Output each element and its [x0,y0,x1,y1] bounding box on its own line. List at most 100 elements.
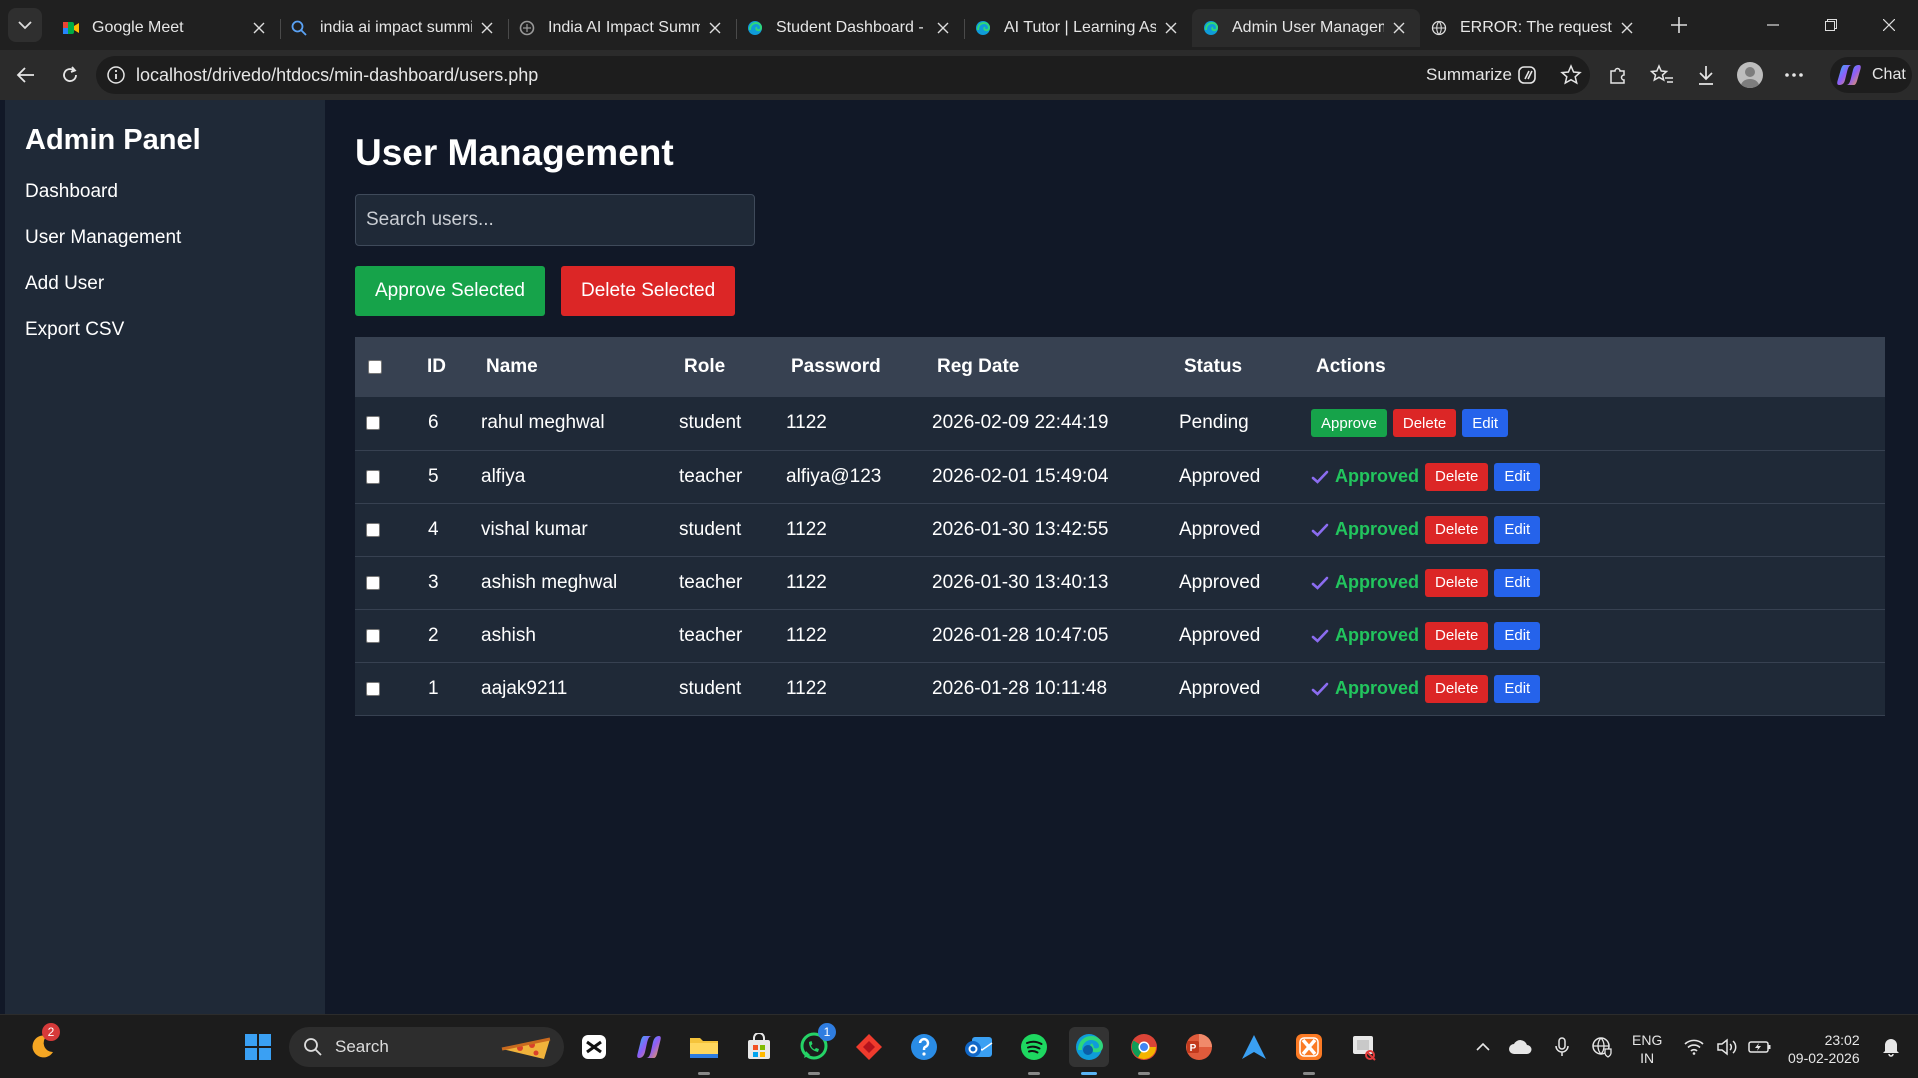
summarize-button[interactable]: Summarize [1426,64,1540,86]
close-window-button[interactable] [1860,0,1918,50]
delete-user-button[interactable]: Delete [1425,621,1489,650]
search-input[interactable] [355,194,755,246]
sidebar-item-export-csv[interactable]: Export CSV [25,319,305,341]
vpn-globe-tray-button[interactable] [1582,1036,1622,1058]
start-button[interactable] [238,1027,278,1067]
clock[interactable]: 23:02 09-02-2026 [1788,1031,1860,1067]
taskbar-app-outlook[interactable] [959,1027,999,1067]
browser-tab[interactable]: Google Meet [52,9,280,47]
minimize-button[interactable] [1744,0,1802,50]
taskbar-app-whatsapp[interactable]: 1 [794,1023,836,1075]
help-icon [911,1034,937,1060]
address-bar[interactable]: localhost/drivedo/htdocs/min-dashboard/u… [96,56,1590,94]
select-all-checkbox[interactable] [368,360,382,374]
notification-center-button[interactable] [1876,1027,1906,1067]
name-cell: aajak9211 [481,677,568,699]
edge-icon [1076,1034,1104,1060]
url-text[interactable]: localhost/drivedo/htdocs/min-dashboard/u… [136,65,538,86]
browser-tab[interactable]: india ai impact summit 2 [280,9,508,47]
approve-user-button[interactable]: Approve [1311,409,1387,438]
taskbar-app-chrome[interactable] [1124,1027,1164,1075]
taskbar-app-help[interactable] [904,1027,944,1067]
outlook-icon [965,1037,993,1057]
select-cell [355,450,413,503]
profile-button[interactable] [1728,55,1772,95]
edit-user-button[interactable]: Edit [1494,621,1541,650]
browser-tab[interactable]: ERROR: The request cou [1420,9,1648,47]
copilot-chat-button[interactable]: Chat [1830,57,1912,93]
tab-close-button[interactable] [1160,17,1182,39]
more-options-button[interactable] [1772,55,1816,95]
name-cell: rahul meghwal [481,412,605,434]
snipping-tool-icon [1353,1036,1376,1061]
taskbar-app-powerpoint[interactable]: P [1179,1027,1219,1067]
new-tab-button[interactable] [1662,8,1696,42]
delete-user-button[interactable]: Delete [1425,515,1489,544]
tab-actions-menu-button[interactable] [8,8,42,42]
taskbar-app-anydesk[interactable] [849,1027,889,1067]
quick-settings-button[interactable] [1684,1027,1772,1067]
favorites-button[interactable] [1640,55,1684,95]
folder-icon [690,1038,718,1058]
taskbar-app-snipping-tool[interactable] [1344,1027,1384,1067]
browser-tab-active[interactable]: Admin User Manageme [1192,9,1420,47]
table-row: 6 rahul meghwal student 1122 2026-02-09 22:4… [355,397,1885,450]
taskbar-search[interactable]: Search [289,1027,564,1067]
reg-date-cell: 2026-02-09 22:44:19 [932,412,1109,434]
delete-user-button[interactable]: Delete [1425,674,1489,703]
taskbar-app-arch[interactable] [1234,1027,1274,1067]
browser-tab[interactable]: AI Tutor | Learning Assis [964,9,1192,47]
tab-close-button[interactable] [476,17,498,39]
row-checkbox[interactable] [366,628,380,643]
running-indicator [1303,1072,1315,1075]
taskbar-app-spotify[interactable] [1014,1027,1054,1075]
browser-tab[interactable]: Student Dashboard - Lif [736,9,964,47]
taskbar-app-xampp[interactable] [1289,1027,1329,1075]
delete-user-button[interactable]: Delete [1392,409,1457,438]
taskbar-app-file-explorer[interactable] [684,1027,724,1075]
edit-user-button[interactable]: Edit [1494,674,1541,703]
powerpoint-icon: P [1186,1034,1212,1060]
delete-selected-button[interactable]: Delete Selected [561,266,736,316]
weather-widget[interactable]: 2 [22,1023,62,1067]
tab-close-button[interactable] [932,17,954,39]
browser-tab[interactable]: India AI Impact Summit 2 [508,9,736,47]
row-checkbox[interactable] [366,416,380,431]
delete-user-button[interactable]: Delete [1425,462,1489,491]
actions-cell: Approved Delete Edit [1306,662,1885,715]
row-checkbox[interactable] [366,575,380,590]
edit-user-button[interactable]: Edit [1494,462,1541,491]
restore-button[interactable] [1802,0,1860,50]
edit-user-button[interactable]: Edit [1462,409,1509,438]
back-button[interactable] [6,55,46,95]
tab-strip: Google Meet india ai impact summit 2 India… [52,0,1648,50]
taskbar-app-capcut[interactable] [574,1027,614,1067]
approve-selected-button[interactable]: Approve Selected [355,266,545,316]
delete-user-button[interactable]: Delete [1425,568,1489,597]
extensions-button[interactable] [1596,55,1640,95]
favorite-star-button[interactable] [1560,64,1582,91]
tab-close-button[interactable] [1616,17,1638,39]
close-icon [481,22,493,34]
taskbar-app-edge[interactable] [1069,1027,1109,1075]
edit-user-button[interactable]: Edit [1494,568,1541,597]
downloads-button[interactable] [1684,55,1728,95]
show-hidden-icons-button[interactable] [1468,1042,1498,1052]
row-checkbox[interactable] [366,522,380,537]
tab-close-button[interactable] [248,17,270,39]
taskbar-app-store[interactable] [739,1027,779,1067]
sidebar-item-dashboard[interactable]: Dashboard [25,181,305,203]
info-icon[interactable] [106,65,126,85]
onedrive-tray-button[interactable] [1498,1039,1542,1055]
microphone-tray-button[interactable] [1542,1037,1582,1057]
row-checkbox[interactable] [366,681,380,696]
refresh-button[interactable] [50,55,90,95]
edit-user-button[interactable]: Edit [1494,515,1541,544]
tab-close-button[interactable] [704,17,726,39]
sidebar-item-add-user[interactable]: Add User [25,273,305,295]
row-checkbox[interactable] [366,469,380,484]
input-language-indicator[interactable]: ENG IN [1632,1031,1662,1067]
taskbar-app-copilot[interactable] [629,1027,669,1067]
tab-close-button[interactable] [1388,17,1410,39]
sidebar-item-user-management[interactable]: User Management [25,227,305,249]
